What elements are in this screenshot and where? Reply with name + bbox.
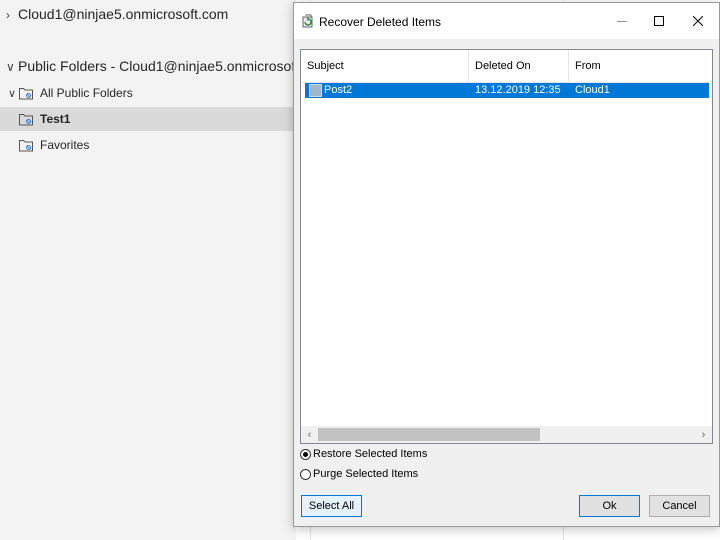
chevron-down-icon[interactable]: ∨: [6, 87, 18, 100]
folder-pane: › Cloud1@ninjae5.onmicrosoft.com ∨ Public …: [0, 0, 329, 540]
cell-subject: Post2: [305, 83, 469, 98]
column-header-from[interactable]: From: [569, 50, 712, 82]
tree-item-label: Favorites: [40, 138, 90, 152]
radio-button-checked[interactable]: [300, 448, 311, 460]
recover-deleted-items-dialog: Recover Deleted Items Subject Deleted On…: [293, 2, 720, 527]
recover-items-icon: [302, 14, 313, 28]
post-icon: [309, 84, 322, 97]
scrollbar-thumb[interactable]: [318, 428, 540, 441]
ok-button[interactable]: Ok: [579, 495, 640, 517]
list-header: Subject Deleted On From: [301, 50, 712, 83]
scroll-left-icon[interactable]: ‹: [301, 426, 318, 443]
list-row[interactable]: Post2 13.12.2019 12:35 Cloud1: [305, 83, 709, 98]
public-folders-row[interactable]: ∨ Public Folders - Cloud1@ninjae5.onmicro…: [6, 58, 329, 74]
column-header-subject[interactable]: Subject: [301, 50, 469, 82]
dialog-titlebar[interactable]: Recover Deleted Items: [294, 3, 719, 39]
close-button[interactable]: [678, 3, 718, 39]
public-folder-icon: [19, 140, 33, 152]
select-all-button[interactable]: Select All: [301, 495, 362, 517]
minimize-icon: [617, 21, 627, 22]
maximize-icon: [654, 16, 664, 26]
account-label: Cloud1@ninjae5.onmicrosoft.com: [18, 6, 229, 22]
dialog-title: Recover Deleted Items: [319, 15, 442, 29]
tree-item-favorites[interactable]: Favorites: [6, 133, 294, 157]
account-row[interactable]: › Cloud1@ninjae5.onmicrosoft.com: [6, 6, 228, 22]
radio-button[interactable]: [300, 468, 311, 480]
restore-option[interactable]: Restore Selected Items: [300, 446, 427, 462]
public-folders-label: Public Folders - Cloud1@ninjae5.onmicros…: [18, 58, 330, 74]
public-folder-icon: [19, 88, 33, 100]
cell-from: Cloud1: [575, 84, 610, 96]
cancel-button[interactable]: Cancel: [649, 495, 710, 517]
column-header-deleted-on[interactable]: Deleted On: [469, 50, 569, 82]
maximize-button[interactable]: [639, 3, 679, 39]
cell-deleted-on: 13.12.2019 12:35: [475, 84, 561, 96]
scroll-right-icon[interactable]: ›: [695, 426, 712, 443]
chevron-right-icon[interactable]: ›: [6, 8, 18, 22]
purge-option-label: Purge Selected Items: [313, 468, 419, 480]
tree-item-label: All Public Folders: [40, 86, 133, 100]
purge-option[interactable]: Purge Selected Items: [300, 466, 418, 482]
restore-option-label: Restore Selected Items: [313, 448, 428, 460]
close-icon: [693, 16, 703, 26]
deleted-items-list[interactable]: Subject Deleted On From Post2 13.12.2019…: [300, 49, 713, 444]
tree-item-all-public-folders[interactable]: ∨ All Public Folders: [6, 81, 294, 105]
public-folder-icon: [19, 114, 33, 126]
horizontal-scrollbar[interactable]: ‹ ›: [301, 426, 712, 443]
tree-item-label: Test1: [40, 112, 71, 126]
tree-item-test1[interactable]: Test1: [0, 107, 296, 131]
minimize-button[interactable]: [602, 3, 642, 39]
chevron-down-icon[interactable]: ∨: [6, 60, 18, 74]
subject-text: Post2: [324, 84, 353, 96]
